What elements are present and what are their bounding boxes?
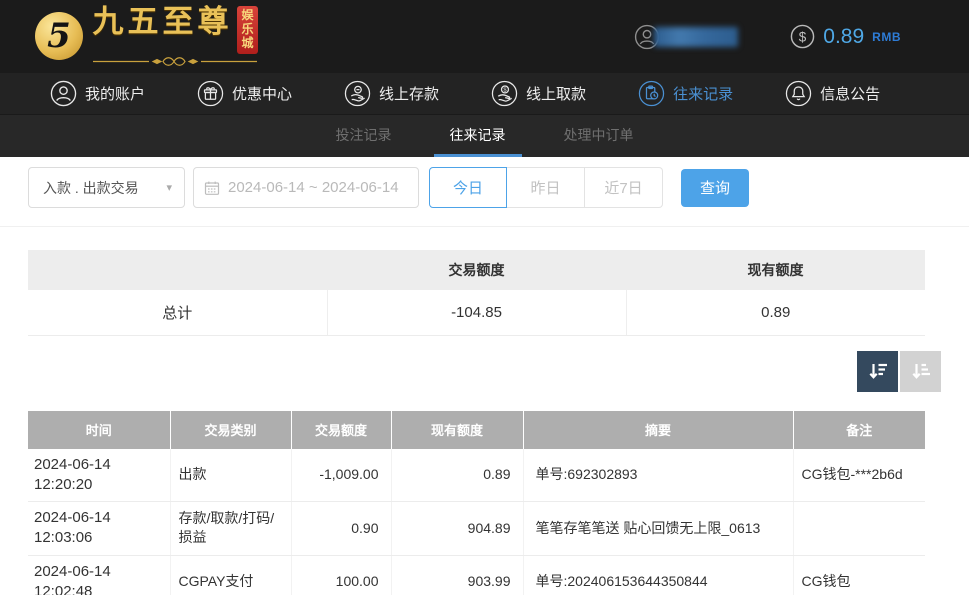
sort-controls — [28, 351, 941, 392]
select-value: 入款 . 出款交易 — [43, 178, 139, 198]
sort-ascending-button[interactable] — [900, 351, 941, 392]
notice-icon — [785, 80, 812, 107]
tab-bet-records[interactable]: 投注记录 — [320, 115, 408, 157]
summary-table: 交易额度 现有额度 总计 -104.85 0.89 — [28, 250, 925, 336]
col-header-current-balance: 现有额度 — [391, 411, 523, 449]
col-header-summary: 摘要 — [523, 411, 793, 449]
today-button[interactable]: 今日 — [429, 167, 507, 208]
sub-tabs: 投注记录 往来记录 处理中订单 — [0, 115, 969, 157]
promo-icon — [197, 80, 224, 107]
sort-ascending-icon — [909, 359, 933, 383]
tab-transaction-records[interactable]: 往来记录 — [434, 115, 522, 157]
nav-label: 优惠中心 — [232, 83, 292, 104]
date-range-value: 2024-06-14 ~ 2024-06-14 — [228, 179, 399, 196]
balance-display: $ 0.89 RMB — [790, 24, 901, 49]
col-header-transaction-amount: 交易额度 — [291, 411, 391, 449]
cell-remark: CG钱包 — [793, 555, 925, 595]
nav-label: 线上存款 — [379, 83, 439, 104]
quick-date-buttons: 今日 昨日 近7日 — [429, 167, 663, 208]
summary-header-current-balance: 现有额度 — [626, 250, 925, 290]
last7days-button[interactable]: 近7日 — [585, 167, 663, 208]
search-button[interactable]: 查询 — [681, 169, 749, 207]
records-icon — [638, 80, 665, 107]
records-header-row: 时间 交易类别 交易额度 现有额度 摘要 备注 — [28, 411, 925, 449]
cell-current-balance: 903.99 — [391, 555, 523, 595]
chevron-down-icon: ▾ — [166, 181, 172, 194]
sort-descending-button[interactable] — [857, 351, 898, 392]
brand-name: 九五至尊 — [92, 6, 232, 39]
user-account — [634, 24, 738, 50]
cell-transaction-amount: -1,009.00 — [291, 449, 391, 502]
summary-current-balance: 0.89 — [626, 290, 925, 335]
summary-header-transaction-amount: 交易额度 — [327, 250, 626, 290]
nav-label: 信息公告 — [820, 83, 880, 104]
calendar-icon — [204, 180, 220, 196]
nav-label: 我的账户 — [85, 83, 145, 104]
table-row: 2024-06-14 12:02:48 CGPAY支付 100.00 903.9… — [28, 555, 925, 595]
top-header: 5 九五至尊 娱乐城 — [0, 0, 969, 73]
summary-header-empty — [28, 250, 327, 290]
cell-current-balance: 904.89 — [391, 502, 523, 556]
col-header-type: 交易类别 — [170, 411, 291, 449]
brand-subtitle: 娱乐城 — [237, 6, 257, 53]
cell-time: 2024-06-14 12:03:06 — [28, 502, 170, 556]
yesterday-button[interactable]: 昨日 — [507, 167, 585, 208]
deposit-icon — [344, 80, 371, 107]
nav-item-promotions[interactable]: 优惠中心 — [171, 73, 318, 114]
date-range-input[interactable]: 2024-06-14 ~ 2024-06-14 — [193, 167, 419, 208]
cell-remark: CG钱包-***2b6d — [793, 449, 925, 502]
section-divider — [0, 226, 969, 227]
main-nav: 我的账户 优惠中心 线上存款 $ — [0, 73, 969, 115]
svg-text:$: $ — [799, 29, 807, 44]
logo-monogram-icon: 5 — [35, 12, 83, 60]
flourish-ornament-icon — [91, 56, 259, 67]
nav-label: 往来记录 — [673, 83, 733, 104]
nav-item-deposit[interactable]: 线上存款 — [318, 73, 465, 114]
transaction-type-select[interactable]: 入款 . 出款交易 ▾ — [28, 167, 185, 208]
username-redacted — [654, 27, 738, 47]
filter-row: 入款 . 出款交易 ▾ 2024-06-14 ~ 2024-06-14 今日 昨… — [28, 167, 941, 208]
dollar-coin-icon: $ — [790, 24, 815, 49]
col-header-time: 时间 — [28, 411, 170, 449]
account-icon — [50, 80, 77, 107]
nav-item-withdraw[interactable]: $ 线上取款 — [465, 73, 612, 114]
summary-header-row: 交易额度 现有额度 — [28, 250, 925, 290]
records-body: 2024-06-14 12:20:20 出款 -1,009.00 0.89 单号… — [28, 449, 925, 595]
tab-pending-orders[interactable]: 处理中订单 — [548, 115, 650, 157]
cell-summary: 笔笔存笔笔送 贴心回馈无上限_0613 — [523, 502, 793, 556]
site-logo[interactable]: 5 九五至尊 娱乐城 — [35, 6, 259, 66]
sort-descending-icon — [866, 359, 890, 383]
nav-item-transaction-records[interactable]: 往来记录 — [612, 73, 759, 114]
nav-label: 线上取款 — [526, 83, 586, 104]
nav-item-my-account[interactable]: 我的账户 — [24, 73, 171, 114]
cell-transaction-amount: 0.90 — [291, 502, 391, 556]
summary-total-row: 总计 -104.85 0.89 — [28, 290, 925, 335]
records-table: 时间 交易类别 交易额度 现有额度 摘要 备注 2024-06-14 12:20… — [28, 411, 925, 595]
balance-amount: 0.89 — [823, 25, 864, 49]
cell-type: 出款 — [170, 449, 291, 502]
cell-summary: 单号:692302893 — [523, 449, 793, 502]
withdraw-icon: $ — [491, 80, 518, 107]
balance-currency: RMB — [872, 30, 901, 44]
cell-summary: 单号:202406153644350844 — [523, 555, 793, 595]
summary-transaction-amount: -104.85 — [327, 290, 626, 335]
cell-current-balance: 0.89 — [391, 449, 523, 502]
table-row: 2024-06-14 12:03:06 存款/取款/打码/损益 0.90 904… — [28, 502, 925, 556]
summary-total-label: 总计 — [28, 290, 327, 335]
cell-time: 2024-06-14 12:20:20 — [28, 449, 170, 502]
cell-transaction-amount: 100.00 — [291, 555, 391, 595]
col-header-remark: 备注 — [793, 411, 925, 449]
cell-type: 存款/取款/打码/损益 — [170, 502, 291, 556]
nav-item-announcements[interactable]: 信息公告 — [759, 73, 906, 114]
cell-time: 2024-06-14 12:02:48 — [28, 555, 170, 595]
cell-type: CGPAY支付 — [170, 555, 291, 595]
cell-remark — [793, 502, 925, 556]
table-row: 2024-06-14 12:20:20 出款 -1,009.00 0.89 单号… — [28, 449, 925, 502]
